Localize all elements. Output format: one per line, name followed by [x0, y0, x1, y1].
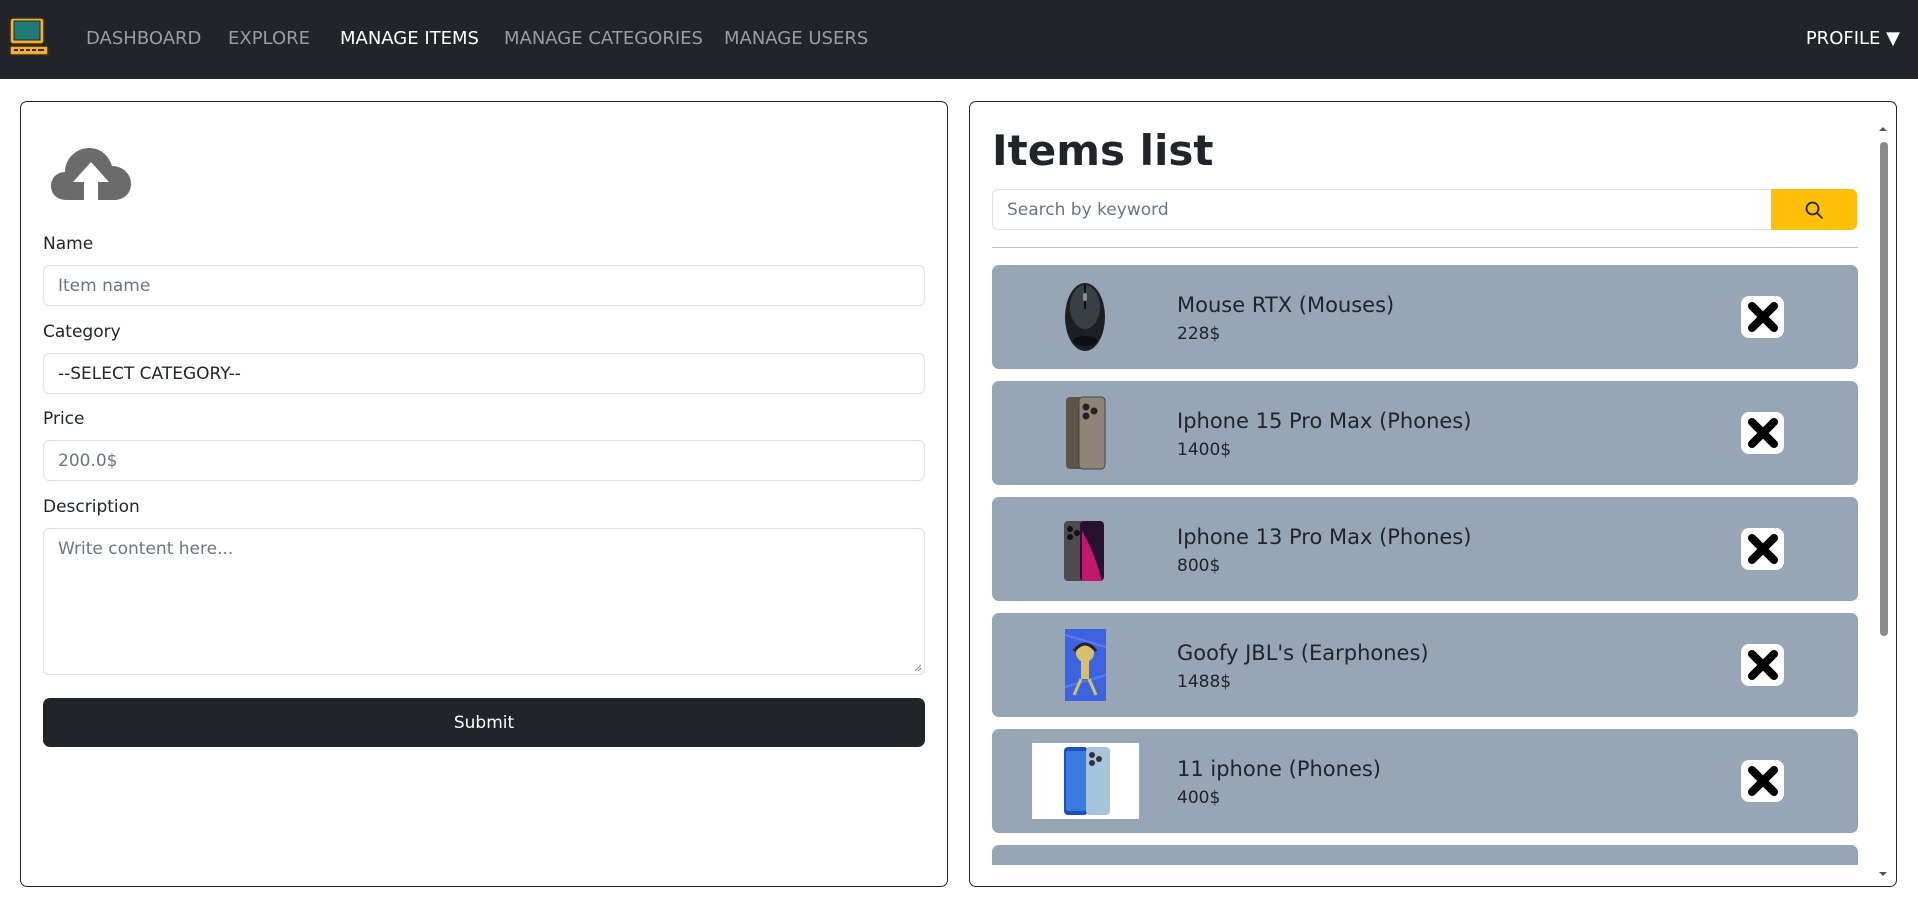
item-name: Iphone 13 Pro Max (Phones)	[1177, 525, 1472, 549]
category-selected-value: --SELECT CATEGORY--	[58, 363, 241, 384]
delete-item-button[interactable]	[1741, 644, 1784, 686]
item-card[interactable]	[992, 845, 1858, 865]
nav-manage-categories[interactable]: MANAGE CATEGORIES	[504, 27, 703, 51]
delete-item-button[interactable]	[1741, 412, 1784, 454]
search-icon	[1805, 201, 1823, 219]
nav-dashboard[interactable]: DASHBOARD	[86, 27, 201, 51]
price-label: Price	[43, 409, 85, 429]
scroll-down-icon[interactable]	[1876, 869, 1890, 879]
upload-cloud-icon[interactable]	[49, 142, 133, 202]
item-price: 400$	[1177, 788, 1221, 808]
items-list-title: Items list	[992, 126, 1214, 175]
search-button[interactable]	[1771, 189, 1857, 230]
nav-explore[interactable]: EXPLORE	[228, 27, 310, 51]
item-image-mouse	[1065, 283, 1105, 351]
nav-manage-users[interactable]: MANAGE USERS	[724, 27, 868, 51]
delete-item-button[interactable]	[1741, 296, 1784, 338]
profile-dropdown[interactable]: PROFILE ▼	[1806, 27, 1900, 51]
item-name: 11 iphone (Phones)	[1177, 757, 1382, 781]
scroll-up-icon[interactable]	[1876, 124, 1890, 134]
item-image-earphones	[1064, 629, 1107, 701]
items-list: Mouse RTX (Mouses) 228$ Iphone 15 Pro Ma…	[992, 265, 1860, 865]
search-placeholder: Search by keyword	[1007, 199, 1169, 220]
item-price: 228$	[1177, 324, 1221, 344]
category-select[interactable]: --SELECT CATEGORY--	[43, 353, 925, 394]
item-card[interactable]: 11 iphone (Phones) 400$	[992, 729, 1858, 833]
price-placeholder: 200.0$	[58, 450, 118, 471]
item-price: 1488$	[1177, 672, 1232, 692]
item-image-phone	[1064, 521, 1104, 581]
item-name-placeholder: Item name	[58, 275, 151, 296]
item-card[interactable]: Goofy JBL's (Earphones) 1488$	[992, 613, 1858, 717]
item-image-phone	[1032, 743, 1139, 819]
items-list-panel: Items list Search by keyword Mouse RTX (…	[969, 101, 1897, 887]
scroll-thumb[interactable]	[1880, 142, 1888, 636]
delete-item-button[interactable]	[1741, 528, 1784, 570]
close-icon	[1747, 302, 1778, 332]
description-textarea[interactable]: Write content here...	[43, 528, 925, 675]
item-name: Mouse RTX (Mouses)	[1177, 293, 1395, 317]
close-icon	[1747, 418, 1778, 448]
item-card[interactable]: Iphone 15 Pro Max (Phones) 1400$	[992, 381, 1858, 485]
delete-item-button[interactable]	[1741, 760, 1784, 802]
resize-handle-icon[interactable]	[914, 664, 922, 672]
submit-button[interactable]: Submit	[43, 698, 925, 747]
item-card[interactable]: Mouse RTX (Mouses) 228$	[992, 265, 1858, 369]
close-icon	[1747, 766, 1778, 796]
item-image-phone	[1066, 396, 1106, 470]
price-input[interactable]: 200.0$	[43, 440, 925, 481]
top-navbar: DASHBOARD EXPLORE MANAGE ITEMS MANAGE CA…	[0, 0, 1918, 79]
nav-manage-items[interactable]: MANAGE ITEMS	[340, 27, 479, 51]
add-item-form-panel: Name Item name Category --SELECT CATEGOR…	[20, 101, 948, 887]
item-card[interactable]: Iphone 13 Pro Max (Phones) 800$	[992, 497, 1858, 601]
name-label: Name	[43, 234, 94, 254]
category-label: Category	[43, 322, 121, 342]
list-divider	[992, 247, 1858, 248]
description-label: Description	[43, 497, 140, 517]
item-image-partial	[1032, 859, 1139, 865]
item-name-input[interactable]: Item name	[43, 265, 925, 306]
item-name: Iphone 15 Pro Max (Phones)	[1177, 409, 1472, 433]
close-icon	[1747, 650, 1778, 680]
list-scrollbar[interactable]	[1876, 124, 1890, 879]
search-input[interactable]: Search by keyword	[992, 189, 1771, 230]
computer-logo-icon[interactable]	[8, 16, 50, 60]
item-name: Goofy JBL's (Earphones)	[1177, 641, 1429, 665]
description-placeholder: Write content here...	[58, 539, 234, 559]
item-price: 1400$	[1177, 440, 1232, 460]
close-icon	[1747, 534, 1778, 564]
item-price: 800$	[1177, 556, 1221, 576]
